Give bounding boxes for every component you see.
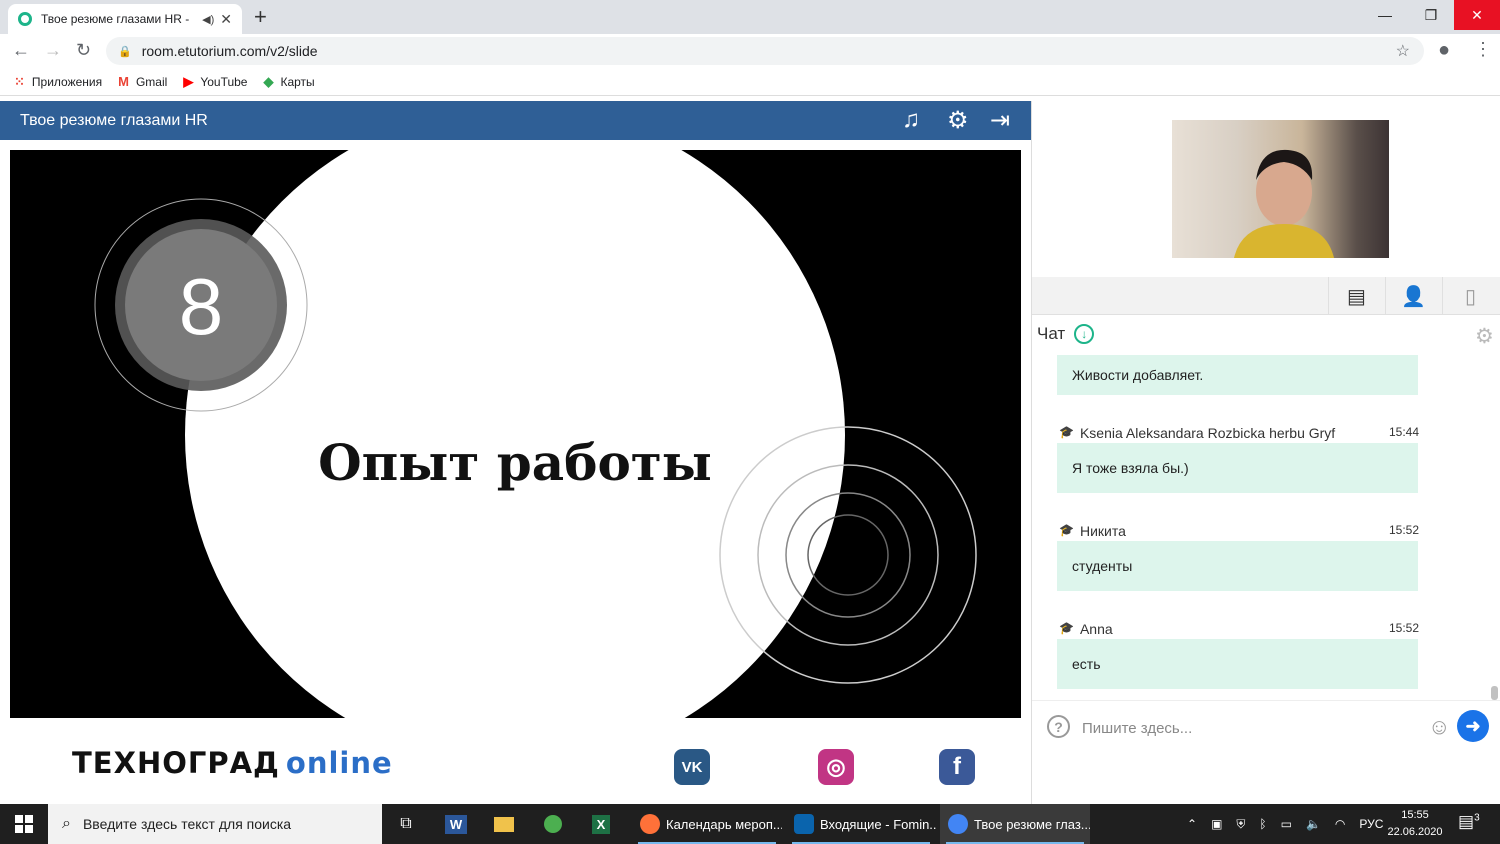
file-explorer-icon[interactable] [488, 804, 520, 844]
message-author: Ksenia Aleksandara Rozbicka herbu Gryf [1079, 425, 1336, 441]
message-author: Никита [1079, 523, 1126, 539]
taskbar-search[interactable]: ⌕ Введите здесь текст для поиска [48, 804, 382, 844]
clock-time: 15:55 [1401, 809, 1429, 821]
taskbar-firefox[interactable]: Календарь мероп... [632, 804, 782, 844]
excel-icon[interactable]: X [585, 804, 617, 844]
instagram-icon[interactable]: ◎ [818, 749, 854, 785]
participants-icon[interactable]: 👤 [1385, 277, 1441, 315]
download-chat-icon[interactable]: ↓ [1074, 324, 1095, 344]
lock-icon: 🔒 [118, 45, 132, 58]
notification-count: 3 [1474, 812, 1480, 824]
outlook-icon [794, 814, 814, 834]
chat-input[interactable] [1082, 716, 1412, 740]
student-cap-icon: 🎓 [1059, 523, 1074, 537]
taskbar-chrome[interactable]: Твое резюме глаз... [940, 804, 1090, 844]
room-header: Твое резюме глазами HR [0, 101, 1031, 140]
taskbar-clock[interactable]: 15:55 22.06.2020 [1384, 807, 1446, 841]
wifi-icon[interactable]: ◠ [1335, 817, 1345, 831]
gear-icon[interactable]: ⚙ [947, 106, 969, 135]
chat-message-bubble: Живости добавляет. [1057, 355, 1418, 395]
slide-number: 8 [179, 262, 224, 351]
message-header: 🎓 Anna 15:52 [1059, 621, 1419, 637]
battery-icon[interactable]: ▭ [1281, 817, 1292, 831]
apps-grid-icon: ⁙ [14, 73, 25, 89]
message-header: 🎓 Никита 15:52 [1059, 523, 1419, 539]
student-cap-icon: 🎓 [1059, 425, 1074, 439]
emoji-icon[interactable]: ☺ [1428, 714, 1450, 740]
bookmarks-bar: ⁙ Приложения M Gmail ▶ YouTube ◆ Карты [0, 68, 1500, 96]
audio-playing-icon[interactable]: ◀) [202, 13, 214, 26]
message-header: 🎓 Ksenia Aleksandara Rozbicka herbu Gryf… [1059, 425, 1419, 441]
webcam-video [1172, 120, 1389, 258]
chat-message-bubble: студенты [1057, 541, 1418, 591]
outlook-tray-icon[interactable]: ▣ [1211, 817, 1222, 831]
chevron-up-icon[interactable]: ⌃ [1187, 817, 1197, 831]
chat-message-bubble: есть [1057, 639, 1418, 689]
gmail-icon: M [118, 74, 129, 89]
chat-message-bubble: Я тоже взяла бы.) [1057, 443, 1418, 493]
facebook-icon[interactable]: f [939, 749, 975, 785]
chat-scrollbar[interactable] [1491, 686, 1498, 700]
word-icon[interactable]: W [440, 804, 472, 844]
chat-settings-icon[interactable]: ⚙ [1475, 324, 1494, 349]
music-icon[interactable]: ♫ [902, 106, 920, 134]
tab-title: Твое резюме глазами HR - [41, 12, 190, 26]
chat-icon[interactable]: ▤ [1328, 277, 1384, 315]
start-button[interactable] [0, 804, 48, 844]
url-text: room.etutorium.com/v2/slide [141, 43, 318, 59]
volume-icon[interactable]: 🔈 [1306, 817, 1321, 831]
forward-icon[interactable]: → [44, 40, 62, 61]
message-time: 15:52 [1388, 621, 1419, 635]
message-time: 15:44 [1388, 425, 1419, 439]
notification-center-icon[interactable]: ▤3 [1458, 812, 1480, 832]
language-indicator[interactable]: РУС [1359, 817, 1383, 831]
slide-graphics: 8 Опыт работы [94, 150, 977, 718]
maps-icon: ◆ [263, 73, 274, 89]
task-view-icon[interactable]: ⧉ [390, 804, 422, 844]
bookmark-apps[interactable]: ⁙ Приложения [14, 74, 102, 90]
presentation-slide: 8 Опыт работы [10, 150, 1021, 718]
send-button[interactable]: ➜ [1457, 710, 1489, 742]
message-time: 15:52 [1388, 523, 1419, 537]
windows-logo-icon [15, 815, 33, 833]
address-bar[interactable]: 🔒 room.etutorium.com/v2/slide ☆ [106, 37, 1424, 65]
clock-date: 22.06.2020 [1387, 826, 1443, 838]
browser-tab[interactable]: Твое резюме глазами HR - ◀) ✕ [8, 4, 242, 34]
slide-heading: Опыт работы [318, 433, 712, 492]
bluetooth-icon[interactable]: ᛒ [1259, 817, 1266, 831]
help-icon[interactable]: ? [1047, 715, 1070, 738]
search-icon: ⌕ [62, 815, 71, 832]
back-icon[interactable]: ← [12, 40, 30, 61]
tab-close-icon[interactable]: ✕ [220, 11, 232, 28]
bookmark-star-icon[interactable]: ☆ [1396, 41, 1410, 61]
vk-icon[interactable]: VK [674, 749, 710, 785]
bookmark-maps[interactable]: ◆ Карты [263, 74, 314, 90]
network-app-icon[interactable] [537, 804, 569, 844]
chat-messages: Живости добавляет. 🎓 Ksenia Aleksandara … [1033, 355, 1493, 699]
system-tray: ⌃ ▣ ⛨ ᛒ ▭ 🔈 ◠ РУС [1180, 804, 1390, 844]
files-icon[interactable]: ▯ [1442, 277, 1498, 315]
defender-icon[interactable]: ⛨ [1236, 817, 1245, 832]
chat-heading: Чат ↓ [1037, 324, 1095, 344]
taskbar-outlook[interactable]: Входящие - Fomin... [786, 804, 936, 844]
chrome-icon [948, 814, 968, 834]
technograd-logo: ТЕХНОГРАД online [72, 746, 393, 780]
room-title: Твое резюме глазами HR [20, 111, 208, 129]
menu-dots-icon[interactable]: ⋮ [1474, 39, 1492, 60]
exit-icon[interactable]: ⇥ [990, 106, 1010, 135]
message-author: Anna [1079, 621, 1113, 637]
bookmark-youtube[interactable]: ▶ YouTube [183, 74, 247, 90]
new-tab-button[interactable]: + [254, 4, 267, 30]
bookmark-gmail[interactable]: M Gmail [118, 74, 167, 89]
reload-icon[interactable]: ↻ [76, 40, 91, 61]
etutorium-favicon-icon [18, 12, 32, 26]
restore-button[interactable]: ❐ [1408, 0, 1454, 30]
profile-icon[interactable]: ● [1438, 39, 1450, 62]
minimize-button[interactable]: — [1362, 0, 1408, 30]
window-close-button[interactable]: ✕ [1454, 0, 1500, 30]
student-cap-icon: 🎓 [1059, 621, 1074, 635]
firefox-icon [640, 814, 660, 834]
youtube-icon: ▶ [183, 73, 194, 89]
